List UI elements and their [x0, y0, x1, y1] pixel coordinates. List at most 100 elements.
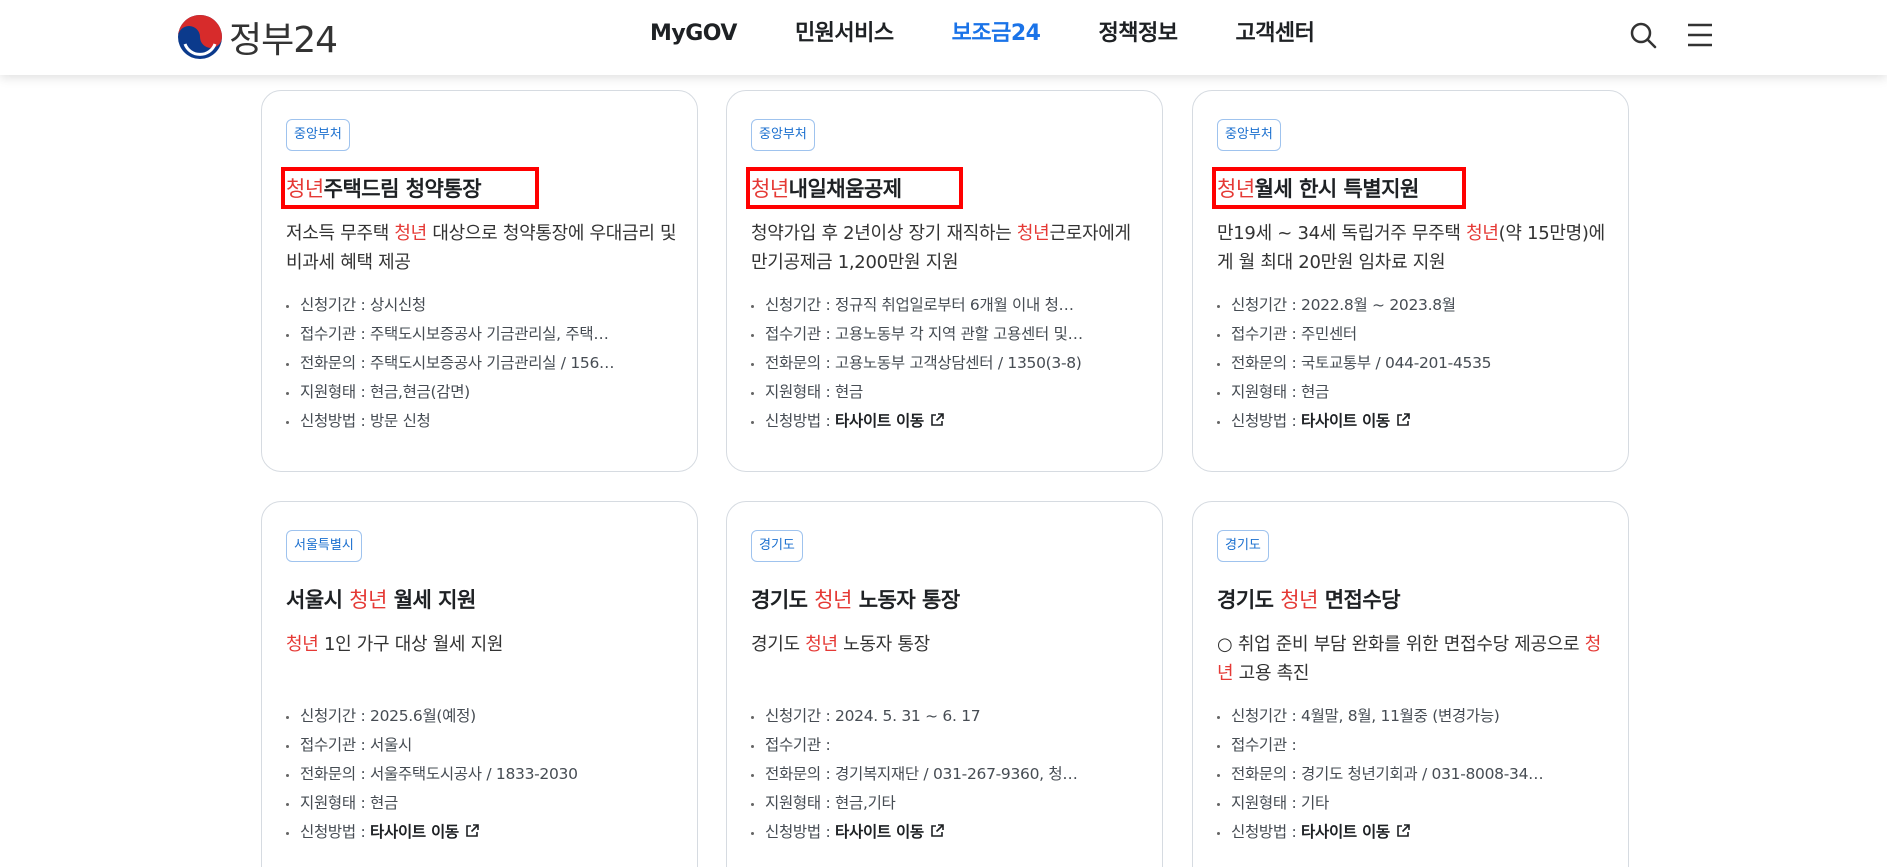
- subsidy-card[interactable]: 중앙부처 청년내일채움공제 청약가입 후 2년이상 장기 재직하는 청년근로자에게 …: [726, 90, 1163, 472]
- card-title-keyword: 청년: [1280, 588, 1318, 612]
- info-value: 현금: [1301, 383, 1329, 401]
- subsidy-card[interactable]: 경기도 경기도 청년 면접수당 ○ 취업 준비 부담 완화를 위한 면접수당 제공으…: [1192, 501, 1629, 867]
- info-value: 고용노동부 각 지역 관할 고용센터 및…: [835, 325, 1083, 343]
- desc-keyword: 청년: [1016, 223, 1050, 244]
- info-phone: 전화문의 : 경기복지재단 / 031-267-9360, 청…: [751, 760, 1146, 789]
- info-label: 전화문의 :: [765, 765, 836, 783]
- card-info-list: 신청기간 : 2024. 5. 31 ~ 6. 17 접수기관 : 전화문의 : …: [751, 702, 1146, 847]
- card-title-rest: 주택드림 청약통장: [323, 177, 482, 201]
- info-label: 지원형태 :: [300, 383, 371, 401]
- nav-subsidy24[interactable]: 보조금24: [952, 18, 1041, 50]
- info-label: 지원형태 :: [300, 794, 371, 812]
- info-label: 신청기간 :: [300, 707, 371, 725]
- info-value: 주민센터: [1301, 325, 1357, 343]
- nav-civil-service[interactable]: 민원서비스: [795, 18, 894, 50]
- hamburger-menu-icon[interactable]: [1685, 20, 1715, 50]
- region-tag: 경기도: [751, 530, 803, 562]
- info-agency: 접수기관 : 주민센터: [1217, 320, 1612, 349]
- info-value: 방문 신청: [370, 412, 431, 430]
- info-label: 신청방법 :: [1231, 412, 1302, 430]
- info-value: 기타: [1301, 794, 1329, 812]
- subsidy-card[interactable]: 중앙부처 청년월세 한시 특별지원 만19세 ~ 34세 독립거주 무주택 청년(약…: [1192, 90, 1629, 472]
- info-phone: 전화문의 : 국토교통부 / 044-201-4535: [1217, 349, 1612, 378]
- card-title[interactable]: 서울시 청년 월세 지원: [286, 584, 476, 614]
- external-site-link[interactable]: 타사이트 이동: [835, 823, 924, 841]
- subsidy-card[interactable]: 서울특별시서울시 청년 월세 지원청년 1인 가구 대상 월세 지원신청기간 :…: [261, 501, 698, 867]
- info-label: 접수기관 :: [765, 736, 831, 754]
- card-title-keyword: 청년: [1217, 177, 1255, 201]
- card-title[interactable]: 청년월세 한시 특별지원: [1217, 173, 1419, 203]
- info-apply-method: 신청방법 : 방문 신청: [286, 407, 681, 436]
- region-tag: 중앙부처: [286, 119, 350, 151]
- info-value: 2024. 5. 31 ~ 6. 17: [835, 707, 981, 725]
- external-site-link[interactable]: 타사이트 이동: [370, 823, 459, 841]
- info-value: 현금: [370, 794, 398, 812]
- gov24-logo[interactable]: 정부24: [177, 11, 338, 63]
- desc-keyword: 청년: [394, 223, 427, 244]
- info-label: 접수기관 :: [1231, 736, 1297, 754]
- info-period: 신청기간 : 정규직 취업일로부터 6개월 이내 청…: [751, 291, 1146, 320]
- search-icon[interactable]: [1628, 20, 1658, 50]
- card-title-keyword: 청년: [751, 177, 789, 201]
- card-title-rest: 월세 한시 특별지원: [1254, 177, 1420, 201]
- card-description: 청약가입 후 2년이상 장기 재직하는 청년근로자에게 만기공제금 1,200만…: [751, 219, 1146, 277]
- card-title[interactable]: 경기도 청년 면접수당: [1217, 584, 1401, 614]
- info-agency: 접수기관 :: [1217, 731, 1612, 760]
- region-tag: 서울특별시: [286, 530, 362, 562]
- info-agency: 접수기관 :: [751, 731, 1146, 760]
- info-label: 지원형태 :: [765, 794, 836, 812]
- info-label: 접수기관 :: [300, 325, 371, 343]
- subsidy-card[interactable]: 경기도 경기도 청년 노동자 통장 경기도 청년 노동자 통장 신청기간 : 2024…: [726, 501, 1163, 867]
- desc-text: 고용 촉진: [1233, 663, 1310, 684]
- info-phone: 전화문의 : 주택도시보증공사 기금관리실 / 156…: [286, 349, 681, 378]
- info-label: 신청기간 :: [300, 296, 371, 314]
- desc-text: 경기도: [751, 634, 806, 655]
- desc-text: ○ 취업 준비 부담 완화를 위한 면접수당 제공으로: [1217, 634, 1585, 655]
- card-title[interactable]: 청년내일채움공제: [751, 173, 902, 203]
- info-support-type: 지원형태 : 현금: [1217, 378, 1612, 407]
- info-value: 경기도 청년기회과 / 031-8008-34…: [1301, 765, 1544, 783]
- external-link-icon[interactable]: [465, 824, 479, 838]
- external-link-icon[interactable]: [1396, 824, 1410, 838]
- nav-policy-info[interactable]: 정책정보: [1098, 18, 1177, 50]
- card-title-rest: 내일채움공제: [788, 177, 902, 201]
- card-title-rest: 면접수당: [1317, 588, 1401, 612]
- region-tag: 경기도: [1217, 530, 1269, 562]
- info-value: 서울시: [370, 736, 412, 754]
- card-title-prefix: 경기도: [1217, 588, 1281, 612]
- info-label: 신청기간 :: [1231, 707, 1302, 725]
- card-title-keyword: 청년: [286, 177, 324, 201]
- card-info-list: 신청기간 : 정규직 취업일로부터 6개월 이내 청… 접수기관 : 고용노동부 …: [751, 291, 1146, 436]
- card-title[interactable]: 청년주택드림 청약통장: [286, 173, 482, 203]
- external-site-link[interactable]: 타사이트 이동: [1301, 412, 1390, 430]
- site-header: 정부24 MyGOV 민원서비스 보조금24 정책정보 고객센터: [0, 0, 1887, 75]
- info-label: 지원형태 :: [1231, 383, 1302, 401]
- external-link-icon[interactable]: [930, 413, 944, 427]
- main-nav: MyGOV 민원서비스 보조금24 정책정보 고객센터: [650, 18, 1372, 50]
- desc-keyword: 청년: [805, 634, 838, 655]
- external-site-link[interactable]: 타사이트 이동: [1301, 823, 1390, 841]
- info-value: 정규직 취업일로부터 6개월 이내 청…: [835, 296, 1074, 314]
- info-period: 신청기간 : 2022.8월 ~ 2023.8월: [1217, 291, 1612, 320]
- desc-text: 1인 가구 대상 월세 지원: [318, 634, 504, 655]
- external-link-icon[interactable]: [1396, 413, 1410, 427]
- info-label: 전화문의 :: [300, 765, 371, 783]
- nav-customer-center[interactable]: 고객센터: [1235, 18, 1314, 50]
- info-value: 현금,현금(감면): [370, 383, 470, 401]
- card-title[interactable]: 경기도 청년 노동자 통장: [751, 584, 960, 614]
- subsidy-card[interactable]: 중앙부처 청년주택드림 청약통장 저소득 무주택 청년 대상으로 청약통장에 우대금…: [261, 90, 698, 472]
- info-value: 국토교통부 / 044-201-4535: [1301, 354, 1492, 372]
- info-label: 접수기관 :: [300, 736, 371, 754]
- external-link-icon[interactable]: [930, 824, 944, 838]
- info-label: 접수기관 :: [765, 325, 836, 343]
- nav-mygov[interactable]: MyGOV: [650, 18, 737, 50]
- external-site-link[interactable]: 타사이트 이동: [835, 412, 924, 430]
- desc-keyword: 청년: [286, 634, 319, 655]
- info-period: 신청기간 : 4월말, 8월, 11월중 (변경가능): [1217, 702, 1612, 731]
- info-apply-method: 신청방법 : 타사이트 이동: [1217, 407, 1612, 436]
- info-value: 상시신청: [370, 296, 426, 314]
- info-label: 지원형태 :: [765, 383, 836, 401]
- info-label: 접수기관 :: [1231, 325, 1302, 343]
- info-label: 신청기간 :: [765, 707, 836, 725]
- info-apply-method: 신청방법 : 타사이트 이동: [1217, 818, 1612, 847]
